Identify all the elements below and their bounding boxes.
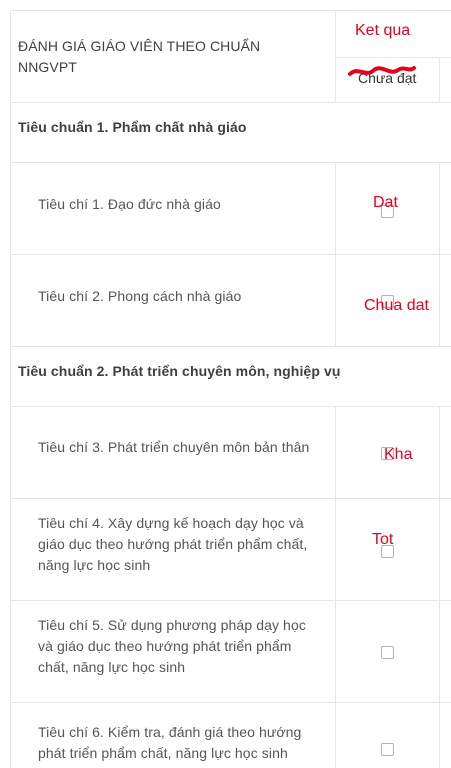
result-annotation-header: Ket qua (355, 22, 411, 39)
criterion-4-label: Tiêu chí 4. Xây dựng kế hoạch dạy học và… (38, 515, 308, 573)
criterion-6-checkbox[interactable] (381, 743, 394, 756)
standard-2-title: Tiêu chuẩn 2. Phát triển chuyên môn, ngh… (18, 363, 341, 379)
standard-1-title: Tiêu chuẩn 1. Phẩm chất nhà giáo (18, 119, 247, 135)
criterion-6-label: Tiêu chí 6. Kiểm tra, đánh giá theo hướn… (38, 724, 302, 761)
criterion-5-checkbox[interactable] (381, 646, 394, 659)
criterion-1-result: Dat (373, 194, 398, 211)
criterion-3-label: Tiêu chí 3. Phát triển chuyên môn bản th… (38, 439, 310, 455)
criterion-2-label: Tiêu chí 2. Phong cách nhà giáo (38, 288, 242, 304)
criterion-5-label: Tiêu chí 5. Sử dụng phương pháp dạy học … (38, 617, 306, 675)
criterion-3-result: Kha (384, 446, 413, 463)
criterion-2-result: Chua dat (364, 297, 429, 314)
criterion-4-result: Tot (372, 531, 394, 548)
criterion-1-label: Tiêu chí 1. Đạo đức nhà giáo (38, 196, 221, 212)
table-header-title: ĐÁNH GIÁ GIÁO VIÊN THEO CHUẨN NNGVPT (18, 38, 261, 75)
scribble-mark (348, 66, 416, 76)
